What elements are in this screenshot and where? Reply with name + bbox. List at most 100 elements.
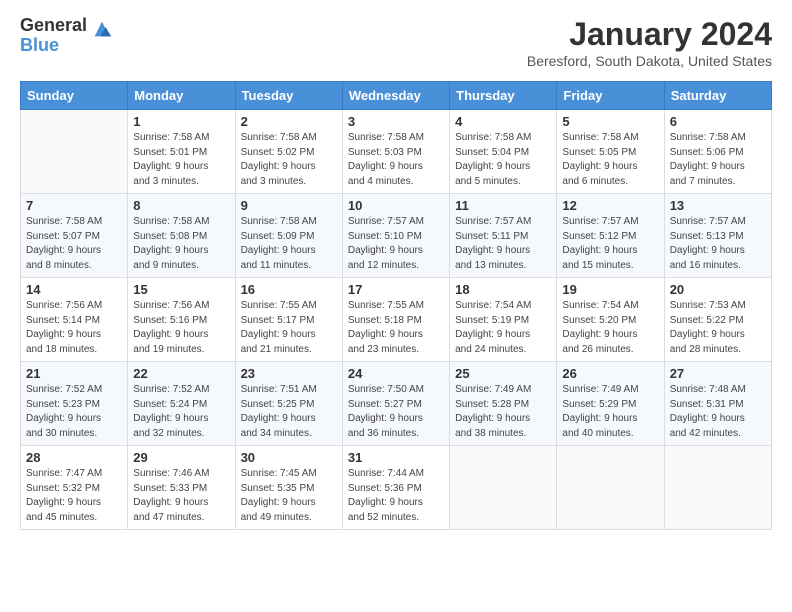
day-info: Sunrise: 7:58 AM Sunset: 5:03 PM Dayligh…: [348, 131, 444, 189]
day-info: Sunrise: 7:57 AM Sunset: 5:11 PM Dayligh…: [455, 215, 551, 273]
header-cell-wednesday: Wednesday: [342, 82, 449, 110]
month-title: January 2024: [527, 16, 772, 53]
calendar-cell: 27 Sunrise: 7:48 AM Sunset: 5:31 PM Dayli…: [664, 362, 771, 446]
day-number: 28: [26, 450, 122, 465]
day-info: Sunrise: 7:58 AM Sunset: 5:08 PM Dayligh…: [133, 215, 229, 273]
day-number: 31: [348, 450, 444, 465]
day-number: 24: [348, 366, 444, 381]
calendar-cell: 16 Sunrise: 7:55 AM Sunset: 5:17 PM Dayli…: [235, 278, 342, 362]
day-number: 17: [348, 282, 444, 297]
day-info: Sunrise: 7:50 AM Sunset: 5:27 PM Dayligh…: [348, 383, 444, 441]
day-info: Sunrise: 7:54 AM Sunset: 5:20 PM Dayligh…: [562, 299, 658, 357]
day-number: 20: [670, 282, 766, 297]
day-info: Sunrise: 7:56 AM Sunset: 5:14 PM Dayligh…: [26, 299, 122, 357]
calendar-cell: 18 Sunrise: 7:54 AM Sunset: 5:19 PM Dayli…: [450, 278, 557, 362]
day-info: Sunrise: 7:44 AM Sunset: 5:36 PM Dayligh…: [348, 467, 444, 525]
calendar-cell: 7 Sunrise: 7:58 AM Sunset: 5:07 PM Daylig…: [21, 194, 128, 278]
day-number: 23: [241, 366, 337, 381]
calendar-week-2: 7 Sunrise: 7:58 AM Sunset: 5:07 PM Daylig…: [21, 194, 772, 278]
day-number: 26: [562, 366, 658, 381]
calendar-week-1: 1 Sunrise: 7:58 AM Sunset: 5:01 PM Daylig…: [21, 110, 772, 194]
calendar-cell: 20 Sunrise: 7:53 AM Sunset: 5:22 PM Dayli…: [664, 278, 771, 362]
day-number: 4: [455, 114, 551, 129]
day-info: Sunrise: 7:48 AM Sunset: 5:31 PM Dayligh…: [670, 383, 766, 441]
calendar-header: SundayMondayTuesdayWednesdayThursdayFrid…: [21, 82, 772, 110]
header-cell-friday: Friday: [557, 82, 664, 110]
calendar-cell: 28 Sunrise: 7:47 AM Sunset: 5:32 PM Dayli…: [21, 446, 128, 530]
day-info: Sunrise: 7:58 AM Sunset: 5:07 PM Dayligh…: [26, 215, 122, 273]
calendar-cell: 19 Sunrise: 7:54 AM Sunset: 5:20 PM Dayli…: [557, 278, 664, 362]
day-info: Sunrise: 7:46 AM Sunset: 5:33 PM Dayligh…: [133, 467, 229, 525]
calendar-cell: 15 Sunrise: 7:56 AM Sunset: 5:16 PM Dayli…: [128, 278, 235, 362]
calendar-cell: 29 Sunrise: 7:46 AM Sunset: 5:33 PM Dayli…: [128, 446, 235, 530]
calendar-table: SundayMondayTuesdayWednesdayThursdayFrid…: [20, 81, 772, 530]
day-info: Sunrise: 7:57 AM Sunset: 5:10 PM Dayligh…: [348, 215, 444, 273]
day-number: 15: [133, 282, 229, 297]
day-info: Sunrise: 7:47 AM Sunset: 5:32 PM Dayligh…: [26, 467, 122, 525]
day-number: 11: [455, 198, 551, 213]
day-info: Sunrise: 7:54 AM Sunset: 5:19 PM Dayligh…: [455, 299, 551, 357]
day-info: Sunrise: 7:45 AM Sunset: 5:35 PM Dayligh…: [241, 467, 337, 525]
page-header: General Blue January 2024 Beresford, Sou…: [20, 16, 772, 69]
header-cell-sunday: Sunday: [21, 82, 128, 110]
day-info: Sunrise: 7:52 AM Sunset: 5:23 PM Dayligh…: [26, 383, 122, 441]
day-info: Sunrise: 7:57 AM Sunset: 5:12 PM Dayligh…: [562, 215, 658, 273]
calendar-cell: 14 Sunrise: 7:56 AM Sunset: 5:14 PM Dayli…: [21, 278, 128, 362]
day-number: 5: [562, 114, 658, 129]
calendar-cell: 5Sunrise: 7:58 AM Sunset: 5:05 PM Daylig…: [557, 110, 664, 194]
day-number: 22: [133, 366, 229, 381]
day-number: 19: [562, 282, 658, 297]
day-number: 27: [670, 366, 766, 381]
day-number: 13: [670, 198, 766, 213]
calendar-cell: 26 Sunrise: 7:49 AM Sunset: 5:29 PM Dayli…: [557, 362, 664, 446]
day-info: Sunrise: 7:58 AM Sunset: 5:01 PM Dayligh…: [133, 131, 229, 189]
day-info: Sunrise: 7:52 AM Sunset: 5:24 PM Dayligh…: [133, 383, 229, 441]
day-number: 29: [133, 450, 229, 465]
day-number: 8: [133, 198, 229, 213]
header-cell-thursday: Thursday: [450, 82, 557, 110]
calendar-cell: 22 Sunrise: 7:52 AM Sunset: 5:24 PM Dayli…: [128, 362, 235, 446]
day-number: 30: [241, 450, 337, 465]
day-info: Sunrise: 7:53 AM Sunset: 5:22 PM Dayligh…: [670, 299, 766, 357]
calendar-cell: 21 Sunrise: 7:52 AM Sunset: 5:23 PM Dayli…: [21, 362, 128, 446]
logo-general-text: General: [20, 16, 87, 36]
day-info: Sunrise: 7:49 AM Sunset: 5:28 PM Dayligh…: [455, 383, 551, 441]
calendar-body: 1 Sunrise: 7:58 AM Sunset: 5:01 PM Daylig…: [21, 110, 772, 530]
title-area: January 2024 Beresford, South Dakota, Un…: [527, 16, 772, 69]
header-cell-monday: Monday: [128, 82, 235, 110]
calendar-cell: 13 Sunrise: 7:57 AM Sunset: 5:13 PM Dayli…: [664, 194, 771, 278]
calendar-cell: 1 Sunrise: 7:58 AM Sunset: 5:01 PM Daylig…: [128, 110, 235, 194]
day-info: Sunrise: 7:49 AM Sunset: 5:29 PM Dayligh…: [562, 383, 658, 441]
day-number: 21: [26, 366, 122, 381]
day-number: 1: [133, 114, 229, 129]
calendar-cell: 25Sunrise: 7:49 AM Sunset: 5:28 PM Dayli…: [450, 362, 557, 446]
day-info: Sunrise: 7:56 AM Sunset: 5:16 PM Dayligh…: [133, 299, 229, 357]
day-number: 14: [26, 282, 122, 297]
calendar-cell: [450, 446, 557, 530]
day-info: Sunrise: 7:55 AM Sunset: 5:17 PM Dayligh…: [241, 299, 337, 357]
calendar-cell: 3 Sunrise: 7:58 AM Sunset: 5:03 PM Daylig…: [342, 110, 449, 194]
calendar-week-4: 21 Sunrise: 7:52 AM Sunset: 5:23 PM Dayli…: [21, 362, 772, 446]
day-number: 12: [562, 198, 658, 213]
header-row: SundayMondayTuesdayWednesdayThursdayFrid…: [21, 82, 772, 110]
day-number: 3: [348, 114, 444, 129]
calendar-cell: [21, 110, 128, 194]
day-info: Sunrise: 7:58 AM Sunset: 5:06 PM Dayligh…: [670, 131, 766, 189]
header-cell-saturday: Saturday: [664, 82, 771, 110]
calendar-week-5: 28 Sunrise: 7:47 AM Sunset: 5:32 PM Dayli…: [21, 446, 772, 530]
calendar-cell: 31 Sunrise: 7:44 AM Sunset: 5:36 PM Dayli…: [342, 446, 449, 530]
calendar-cell: 11 Sunrise: 7:57 AM Sunset: 5:11 PM Dayli…: [450, 194, 557, 278]
day-info: Sunrise: 7:57 AM Sunset: 5:13 PM Dayligh…: [670, 215, 766, 273]
calendar-cell: 12 Sunrise: 7:57 AM Sunset: 5:12 PM Dayli…: [557, 194, 664, 278]
day-info: Sunrise: 7:58 AM Sunset: 5:02 PM Dayligh…: [241, 131, 337, 189]
calendar-cell: [557, 446, 664, 530]
day-info: Sunrise: 7:51 AM Sunset: 5:25 PM Dayligh…: [241, 383, 337, 441]
logo-icon: [91, 18, 113, 40]
day-number: 18: [455, 282, 551, 297]
logo: General Blue: [20, 16, 113, 56]
calendar-cell: 30 Sunrise: 7:45 AM Sunset: 5:35 PM Dayli…: [235, 446, 342, 530]
day-number: 7: [26, 198, 122, 213]
logo-blue-text: Blue: [20, 36, 87, 56]
calendar-cell: 10Sunrise: 7:57 AM Sunset: 5:10 PM Dayli…: [342, 194, 449, 278]
day-number: 16: [241, 282, 337, 297]
